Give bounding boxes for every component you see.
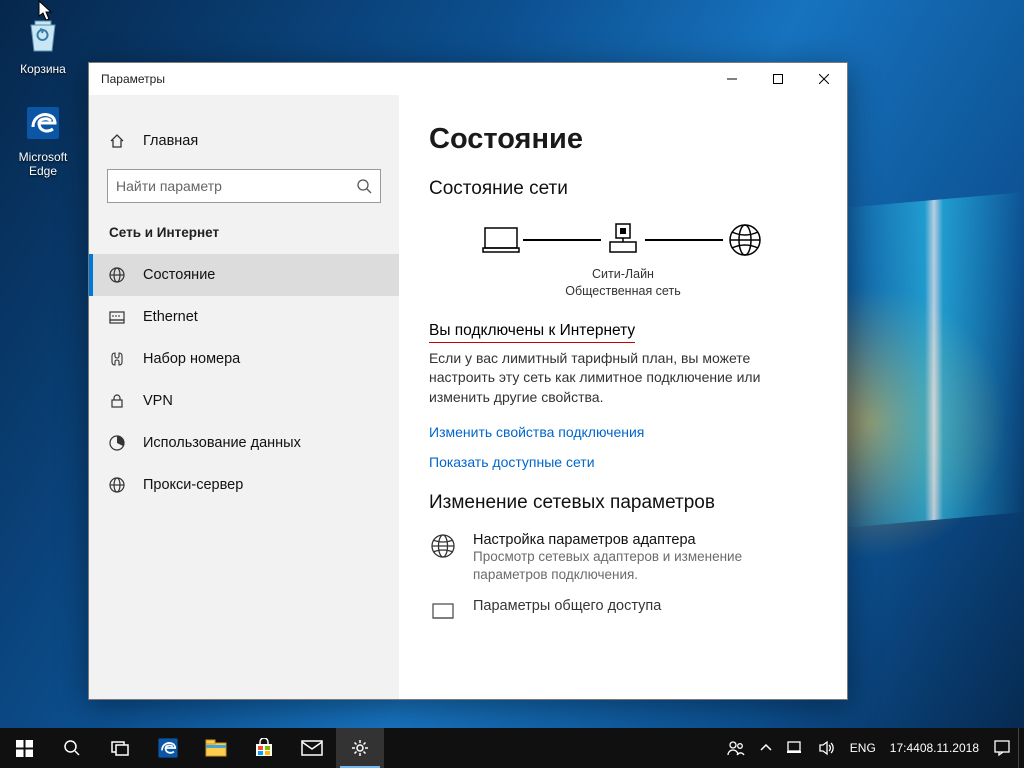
adapter-icon [429, 532, 459, 562]
vpn-icon [107, 391, 127, 411]
settings-content: Состояние Состояние сети Сити-Лайн Общес… [399, 95, 847, 699]
tray-language[interactable]: ENG [843, 728, 883, 768]
taskbar-taskview[interactable] [96, 728, 144, 768]
sidebar-item-label: Ethernet [143, 309, 198, 325]
desktop-icon-edge[interactable]: Microsoft Edge [6, 100, 80, 178]
sidebar-item-vpn[interactable]: VPN [89, 380, 399, 422]
tray-network-icon[interactable] [779, 728, 811, 768]
page-title: Состояние [429, 123, 817, 156]
tray-action-center-icon[interactable] [986, 728, 1018, 768]
recycle-bin-label: Корзина [6, 62, 80, 76]
sharing-icon [429, 598, 459, 628]
param-sharing-settings[interactable]: Параметры общего доступа [429, 598, 817, 628]
edge-label: Microsoft Edge [6, 150, 80, 178]
tray-chevron-up-icon[interactable] [753, 728, 779, 768]
tray-volume-icon[interactable] [811, 728, 843, 768]
globe-icon [723, 218, 767, 262]
sidebar-item-label: Состояние [143, 267, 215, 283]
start-button[interactable] [0, 728, 48, 768]
sidebar-item-label: Набор номера [143, 351, 240, 367]
sidebar-item-label: Прокси-сервер [143, 477, 243, 493]
sidebar-item-proxy[interactable]: Прокси-сервер [89, 464, 399, 506]
proxy-icon [107, 475, 127, 495]
data-usage-icon [107, 433, 127, 453]
sidebar-section-header: Сеть и Интернет [89, 225, 399, 254]
param-desc: Просмотр сетевых адаптеров и изменение п… [473, 548, 817, 584]
network-diagram [429, 218, 817, 262]
taskbar-edge[interactable] [144, 728, 192, 768]
taskbar-mail[interactable] [288, 728, 336, 768]
system-tray: ENG 17:44 08.11.2018 [719, 728, 1024, 768]
taskbar: ENG 17:44 08.11.2018 [0, 728, 1024, 768]
window-title: Параметры [89, 72, 165, 86]
dialup-icon [107, 349, 127, 369]
sidebar-item-status[interactable]: Состояние [89, 254, 399, 296]
sidebar-home[interactable]: Главная [89, 125, 399, 157]
wallpaper-beam [844, 192, 1024, 528]
taskbar-explorer[interactable] [192, 728, 240, 768]
section-network-status: Состояние сети [429, 178, 817, 200]
link-change-connection-props[interactable]: Изменить свойства подключения [429, 424, 817, 440]
connected-description: Если у вас лимитный тарифный план, вы мо… [429, 349, 817, 408]
search-input[interactable]: Найти параметр [107, 169, 381, 203]
pc-icon [479, 218, 523, 262]
router-icon [601, 218, 645, 262]
taskbar-settings[interactable] [336, 728, 384, 768]
window-controls [709, 63, 847, 95]
network-diagram-label: Сити-Лайн Общественная сеть [429, 266, 817, 300]
link-show-available-networks[interactable]: Показать доступные сети [429, 454, 817, 470]
settings-window: Параметры Главная Найти параметр [88, 62, 848, 700]
taskbar-search[interactable] [48, 728, 96, 768]
section-change-settings: Изменение сетевых параметров [429, 492, 817, 514]
home-icon [107, 131, 127, 151]
sidebar-home-label: Главная [143, 133, 198, 149]
window-titlebar[interactable]: Параметры [89, 63, 847, 95]
search-placeholder: Найти параметр [116, 178, 222, 194]
tray-people[interactable] [719, 728, 753, 768]
mouse-cursor [38, 0, 54, 22]
taskbar-store[interactable] [240, 728, 288, 768]
sidebar-item-dialup[interactable]: Набор номера [89, 338, 399, 380]
param-adapter-settings[interactable]: Настройка параметров адаптера Просмотр с… [429, 532, 817, 584]
status-icon [107, 265, 127, 285]
sidebar-item-label: VPN [143, 393, 173, 409]
search-icon [356, 178, 372, 194]
tray-clock[interactable]: 17:44 08.11.2018 [883, 728, 986, 768]
connected-heading: Вы подключены к Интернету [429, 322, 635, 343]
param-title: Настройка параметров адаптера [473, 532, 817, 548]
maximize-button[interactable] [755, 63, 801, 95]
minimize-button[interactable] [709, 63, 755, 95]
show-desktop-button[interactable] [1018, 728, 1024, 768]
edge-icon [20, 100, 66, 146]
settings-sidebar: Главная Найти параметр Сеть и Интернет С… [89, 95, 399, 699]
ethernet-icon [107, 307, 127, 327]
param-title: Параметры общего доступа [473, 598, 661, 614]
close-button[interactable] [801, 63, 847, 95]
sidebar-item-ethernet[interactable]: Ethernet [89, 296, 399, 338]
sidebar-item-data-usage[interactable]: Использование данных [89, 422, 399, 464]
sidebar-item-label: Использование данных [143, 435, 301, 451]
